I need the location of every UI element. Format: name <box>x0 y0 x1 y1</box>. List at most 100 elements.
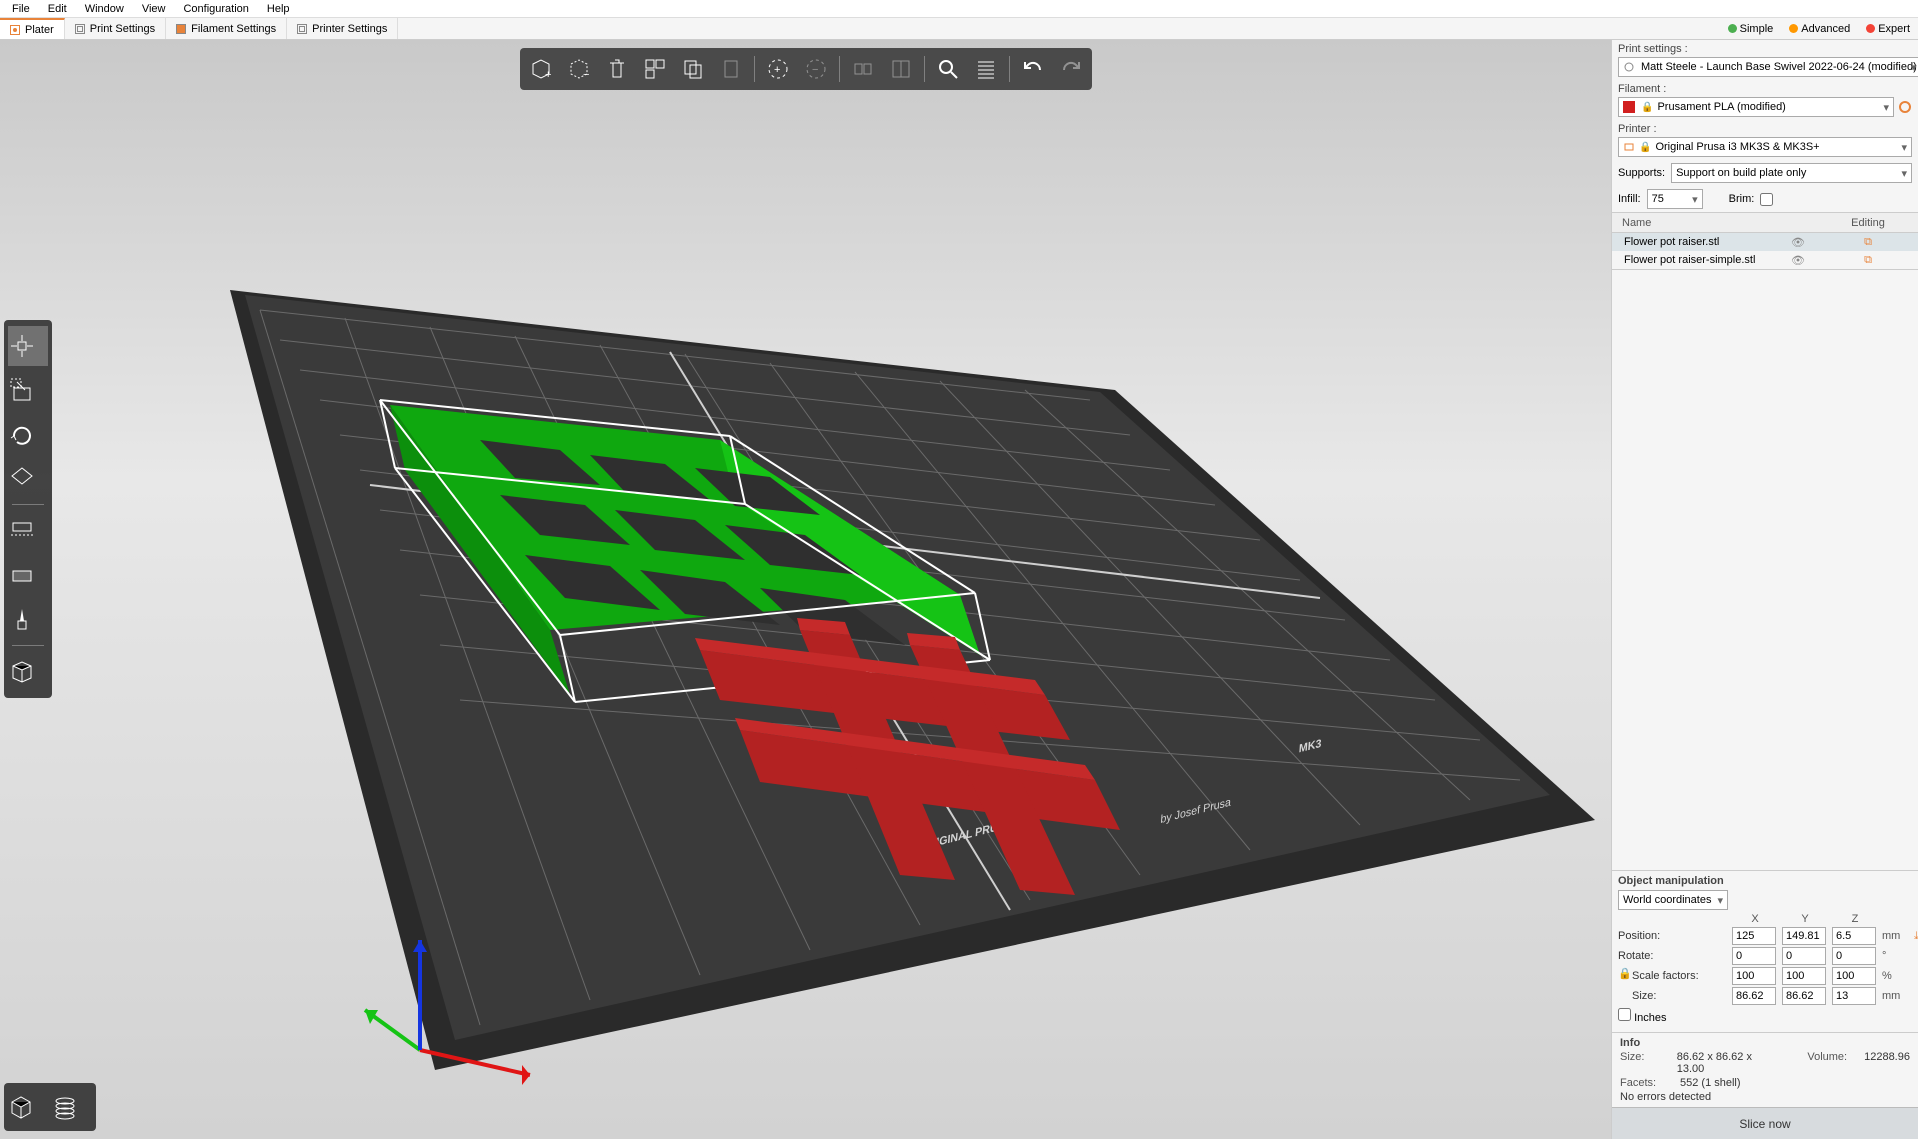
infill-dropdown[interactable]: 75 <box>1647 189 1703 209</box>
position-z-input[interactable] <box>1832 927 1876 945</box>
printer-dropdown[interactable]: 🔒 Original Prusa i3 MK3S & MK3S+ <box>1618 137 1912 157</box>
split-objects-button[interactable] <box>846 52 880 86</box>
tab-printer-settings[interactable]: Printer Settings <box>287 18 398 39</box>
cut-tool[interactable] <box>8 511 48 551</box>
filament-label: Filament : <box>1618 83 1912 95</box>
simplify-tool[interactable] <box>8 652 48 692</box>
visibility-icon[interactable]: 👁 <box>1778 254 1818 267</box>
menu-file[interactable]: File <box>4 2 38 16</box>
variable-layer-button[interactable] <box>969 52 1003 86</box>
position-x-input[interactable] <box>1732 927 1776 945</box>
split-parts-button[interactable] <box>884 52 918 86</box>
filament-gear-icon[interactable] <box>1898 100 1912 114</box>
menu-edit[interactable]: Edit <box>40 2 75 16</box>
circle-minus-icon: − <box>804 57 828 81</box>
print-settings-dropdown[interactable]: Matt Steele - Launch Base Swivel 2022-06… <box>1618 57 1918 77</box>
filament-dropdown[interactable]: 🔒 Prusament PLA (modified) <box>1618 97 1894 117</box>
printer-settings-icon <box>297 24 307 34</box>
search-button[interactable] <box>931 52 965 86</box>
edit-icon[interactable]: ⧉ <box>1818 254 1918 267</box>
axis-z: Z <box>1832 913 1878 925</box>
paint-supports-tool[interactable] <box>8 599 48 639</box>
scale-lock-icon[interactable]: 🔒 <box>1618 968 1632 980</box>
view-toolbar <box>4 1083 96 1131</box>
view-preview-button[interactable] <box>52 1087 92 1127</box>
coordinates-dropdown[interactable]: World coordinates <box>1618 890 1728 910</box>
object-row-0[interactable]: Flower pot raiser.stl 👁 ⧉ <box>1612 233 1918 251</box>
move-icon <box>8 332 36 360</box>
rotate-x-input[interactable] <box>1732 947 1776 965</box>
menu-view[interactable]: View <box>134 2 174 16</box>
menu-help[interactable]: Help <box>259 2 298 16</box>
copy-button[interactable] <box>676 52 710 86</box>
position-y-input[interactable] <box>1782 927 1826 945</box>
inches-checkbox[interactable] <box>1618 1008 1631 1021</box>
top-toolbar: + − + − <box>520 48 1092 90</box>
object-name-1: Flower pot raiser-simple.stl <box>1612 254 1778 266</box>
visibility-icon[interactable]: 👁 <box>1778 236 1818 249</box>
arrange-button[interactable] <box>638 52 672 86</box>
face-icon <box>8 464 36 492</box>
tab-filament-settings-label: Filament Settings <box>191 23 276 35</box>
mode-expert[interactable]: Expert <box>1858 18 1918 39</box>
size-z-input[interactable] <box>1832 987 1876 1005</box>
place-face-tool[interactable] <box>8 458 48 498</box>
object-row-1[interactable]: Flower pot raiser-simple.stl 👁 ⧉ <box>1612 251 1918 269</box>
supports-dropdown[interactable]: Support on build plate only <box>1671 163 1912 183</box>
arrange-icon <box>644 58 666 80</box>
tab-filament-settings[interactable]: Filament Settings <box>166 18 287 39</box>
tab-plater[interactable]: Plater <box>0 18 65 39</box>
printer-value: Original Prusa i3 MK3S & MK3S+ <box>1655 141 1819 153</box>
undo-button[interactable] <box>1016 52 1050 86</box>
inches-label: Inches <box>1634 1012 1666 1024</box>
hollow-tool[interactable] <box>8 555 48 595</box>
add-button[interactable]: + <box>524 52 558 86</box>
viewport-3d[interactable]: ORIGINAL PRUSA i3 MK3 by Josef Prusa <box>0 40 1611 1139</box>
tab-plater-label: Plater <box>25 24 54 36</box>
scale-tool[interactable] <box>8 370 48 410</box>
instance-add-button[interactable]: + <box>761 52 795 86</box>
main-area: ORIGINAL PRUSA i3 MK3 by Josef Prusa <box>0 40 1918 1139</box>
move-tool[interactable] <box>8 326 48 366</box>
axis-x: X <box>1732 913 1778 925</box>
filament-color-swatch <box>1623 101 1635 113</box>
menu-window[interactable]: Window <box>77 2 132 16</box>
build-plate-render: ORIGINAL PRUSA i3 MK3 by Josef Prusa <box>0 40 1611 1139</box>
size-x-input[interactable] <box>1732 987 1776 1005</box>
tab-print-settings-label: Print Settings <box>90 23 155 35</box>
copy-icon <box>682 58 704 80</box>
paste-button[interactable] <box>714 52 748 86</box>
rotate-label: Rotate: <box>1618 950 1728 962</box>
scale-y-input[interactable] <box>1782 967 1826 985</box>
objects-header-editing: Editing <box>1818 217 1918 229</box>
scale-x-input[interactable] <box>1732 967 1776 985</box>
instance-remove-button[interactable]: − <box>799 52 833 86</box>
lock-icon: 🔒 <box>1639 142 1651 153</box>
slice-now-button[interactable]: Slice now <box>1612 1107 1918 1139</box>
rotate-z-input[interactable] <box>1832 947 1876 965</box>
rotate-tool[interactable] <box>8 414 48 454</box>
drop-to-bed-icon[interactable]: ⤓ <box>1914 930 1918 943</box>
rotate-icon <box>8 420 36 448</box>
tab-print-settings[interactable]: Print Settings <box>65 18 166 39</box>
objects-header-name: Name <box>1612 217 1778 229</box>
scale-z-input[interactable] <box>1832 967 1876 985</box>
print-settings-value: Matt Steele - Launch Base Swivel 2022-06… <box>1641 61 1917 73</box>
size-y-input[interactable] <box>1782 987 1826 1005</box>
view-3d-button[interactable] <box>8 1087 48 1127</box>
cube-plus-icon: + <box>530 58 552 80</box>
brim-checkbox[interactable] <box>1760 193 1773 206</box>
edit-icon[interactable]: ⧉ <box>1818 236 1918 249</box>
scale-unit: % <box>1882 970 1910 982</box>
object-manipulation: Object manipulation World coordinates X … <box>1612 870 1918 1032</box>
mode-advanced[interactable]: Advanced <box>1781 18 1858 39</box>
supports-value: Support on build plate only <box>1676 167 1806 179</box>
delete-button[interactable] <box>600 52 634 86</box>
rotate-y-input[interactable] <box>1782 947 1826 965</box>
menu-configuration[interactable]: Configuration <box>175 2 256 16</box>
remove-button[interactable]: − <box>562 52 596 86</box>
mode-simple[interactable]: Simple <box>1720 18 1782 39</box>
info-panel: Info Size: 86.62 x 86.62 x 13.00 Volume:… <box>1612 1032 1918 1107</box>
redo-button[interactable] <box>1054 52 1088 86</box>
cut-icon <box>8 517 36 545</box>
